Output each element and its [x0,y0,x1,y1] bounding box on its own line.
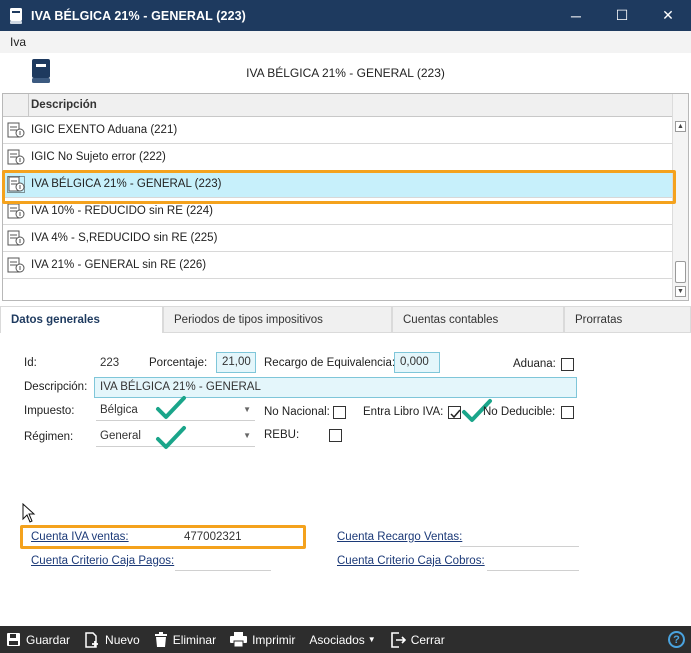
chevron-down-icon: ▼ [243,405,251,414]
tab-cuentas-contables[interactable]: Cuentas contables [392,306,564,333]
guardar-button[interactable]: Guardar [6,632,70,647]
row-description: IGIC EXENTO Aduana (221) [31,124,178,136]
window-title: IVA BÉLGICA 21% - GENERAL (223) [31,8,246,23]
regimen-value: General [100,430,141,442]
close-button[interactable]: ✕ [645,0,691,31]
tab-prorratas[interactable]: Prorratas [564,306,691,333]
tax-record-icon [7,257,25,273]
entra-libro-label: Entra Libro IVA: [363,406,444,418]
rebu-checkbox[interactable] [329,429,342,442]
impuesto-label: Impuesto: [24,405,75,417]
porcentaje-field[interactable]: 21,00 [216,352,256,373]
row-description: IVA 10% - REDUCIDO sin RE (224) [31,205,213,217]
cuenta-recargo-ventas-field[interactable] [460,546,579,547]
row-description: IGIC No Sujeto error (222) [31,151,166,163]
minimize-button[interactable]: ─ [553,0,599,31]
tax-record-icon [7,149,25,165]
impuesto-value: Bélgica [100,404,138,416]
no-deducible-checkbox[interactable] [561,406,574,419]
exit-icon [390,631,406,648]
eliminar-label: Eliminar [172,632,217,647]
scroll-up-icon[interactable]: ▲ [675,121,686,132]
scroll-thumb[interactable] [675,261,686,283]
scroll-down-icon[interactable]: ▼ [675,286,686,297]
cuenta-criterio-pagos-field[interactable] [175,570,271,571]
table-row[interactable]: IVA 21% - GENERAL sin RE (226) [3,252,674,279]
aduana-checkbox[interactable] [561,358,574,371]
save-icon [7,633,20,646]
record-header: IVA BÉLGICA 21% - GENERAL (223) [0,53,691,93]
highlight-cuenta-iva [20,525,306,549]
tax-record-icon [7,122,25,138]
no-deducible-label: No Deducible: [483,406,556,418]
chevron-down-icon: ▼ [367,635,376,644]
grid-header: Descripción [3,94,674,117]
tab-bar: Datos generales Periodos de tipos imposi… [0,306,691,333]
mouse-cursor-icon [22,503,36,523]
printer-icon [230,632,248,647]
tab-datos-generales[interactable]: Datos generales [0,306,163,333]
row-selector-header [3,94,29,117]
checkmark-icon [156,426,186,449]
cuenta-criterio-cobros-field[interactable] [487,570,579,571]
asociados-label: Asociados [309,632,365,647]
imprimir-button[interactable]: Imprimir [230,632,295,647]
no-nacional-label: No Nacional: [264,406,330,418]
row-description: IVA 21% - GENERAL sin RE (226) [31,259,207,271]
tab-periodos[interactable]: Periodos de tipos impositivos [163,306,392,333]
tax-record-icon [7,203,25,219]
eliminar-button[interactable]: Eliminar [154,631,217,648]
new-document-icon [85,631,99,648]
column-header-descripcion[interactable]: Descripción [31,99,97,111]
asociados-button[interactable]: Asociados ▼ [309,633,375,647]
cuenta-criterio-cobros-link[interactable]: Cuenta Criterio Caja Cobros: [337,555,485,567]
trash-icon [154,631,167,647]
recargo-label: Recargo de Equivalencia: [264,357,396,369]
cerrar-button[interactable]: Cerrar [390,631,445,648]
cuenta-criterio-pagos-link[interactable]: Cuenta Criterio Caja Pagos: [31,555,174,567]
nuevo-button[interactable]: Nuevo [84,631,140,648]
regimen-label: Régimen: [24,431,74,443]
maximize-button[interactable]: ☐ [599,0,645,31]
aduana-label: Aduana: [513,358,556,370]
menu-iva[interactable]: Iva [10,35,26,49]
nuevo-label: Nuevo [105,632,140,647]
menu-bar: Iva [0,31,691,53]
chevron-down-icon: ▼ [243,431,251,440]
table-row[interactable]: IGIC EXENTO Aduana (221) [3,117,674,144]
recargo-field[interactable]: 0,000 [394,352,440,373]
cerrar-label: Cerrar [410,632,445,647]
checkmark-icon [156,396,186,419]
highlight-selected-row [2,170,676,204]
rebu-label: REBU: [264,429,300,441]
cuenta-recargo-ventas-link[interactable]: Cuenta Recargo Ventas: [337,531,462,543]
bottom-toolbar: Guardar Nuevo Eliminar Imprimir Asociado… [0,626,691,653]
id-label: Id: [24,357,37,369]
no-nacional-checkbox[interactable] [333,406,346,419]
book-icon [10,7,22,24]
help-icon[interactable]: ? [668,631,685,648]
tax-record-icon [7,230,25,246]
row-description: IVA 4% - S,REDUCIDO sin RE (225) [31,232,218,244]
page-title: IVA BÉLGICA 21% - GENERAL (223) [246,66,445,80]
descripcion-label: Descripción: [24,381,88,393]
imprimir-label: Imprimir [252,632,296,647]
guardar-label: Guardar [26,632,71,647]
entra-libro-checkbox[interactable] [448,406,461,419]
id-value: 223 [100,357,120,369]
porcentaje-label: Porcentaje: [149,357,208,369]
title-bar: IVA BÉLGICA 21% - GENERAL (223) ─ ☐ ✕ [0,0,691,31]
table-row[interactable]: IVA 4% - S,REDUCIDO sin RE (225) [3,225,674,252]
table-row[interactable]: IGIC No Sujeto error (222) [3,144,674,171]
